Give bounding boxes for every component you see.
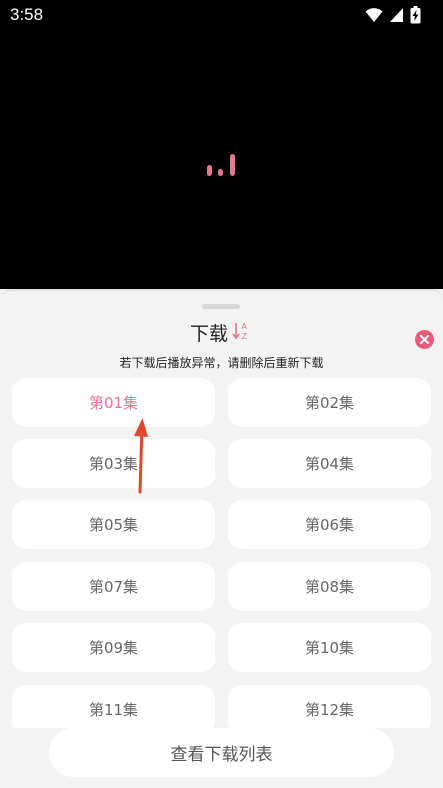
- episode-button[interactable]: 第08集: [228, 562, 431, 611]
- status-time: 3:58: [10, 5, 44, 24]
- svg-text:A: A: [242, 322, 248, 331]
- video-player[interactable]: [0, 0, 443, 289]
- episode-button[interactable]: 第05集: [12, 500, 215, 549]
- episode-button[interactable]: 第12集: [228, 685, 431, 728]
- signal-icon: [390, 8, 403, 22]
- close-button[interactable]: [415, 330, 434, 349]
- episode-button[interactable]: 第02集: [228, 378, 431, 427]
- wifi-icon: [365, 8, 383, 22]
- episode-button[interactable]: 第03集: [12, 439, 215, 488]
- annotation-arrow-icon: [134, 418, 148, 494]
- drag-handle[interactable]: [202, 304, 240, 309]
- episode-button[interactable]: 第11集: [12, 685, 215, 728]
- svg-text:Z: Z: [242, 332, 248, 341]
- loading-bars-icon: [207, 152, 237, 176]
- sheet-title: 下载: [190, 323, 229, 345]
- status-bar: 3:58: [0, 0, 443, 30]
- battery-charging-icon: [410, 6, 421, 24]
- download-notice: 若下载后播放异常，请删除后重新下载: [119, 356, 324, 370]
- sort-az-icon[interactable]: A Z: [232, 321, 250, 341]
- episode-button[interactable]: 第04集: [228, 439, 431, 488]
- download-sheet: 下载 A Z 若下载后播放异常，请删除后重新下载 第01集 第02集 第03集 …: [0, 289, 443, 788]
- episode-grid: 第01集 第02集 第03集 第04集 第05集 第06集 第07集 第08集 …: [12, 378, 431, 728]
- close-icon: [420, 335, 429, 344]
- view-download-list-button[interactable]: 查看下载列表: [49, 728, 394, 777]
- episode-button[interactable]: 第07集: [12, 562, 215, 611]
- episode-button[interactable]: 第06集: [228, 500, 431, 549]
- episode-button[interactable]: 第09集: [12, 623, 215, 672]
- episode-button[interactable]: 第01集: [12, 378, 215, 427]
- episode-button[interactable]: 第10集: [228, 623, 431, 672]
